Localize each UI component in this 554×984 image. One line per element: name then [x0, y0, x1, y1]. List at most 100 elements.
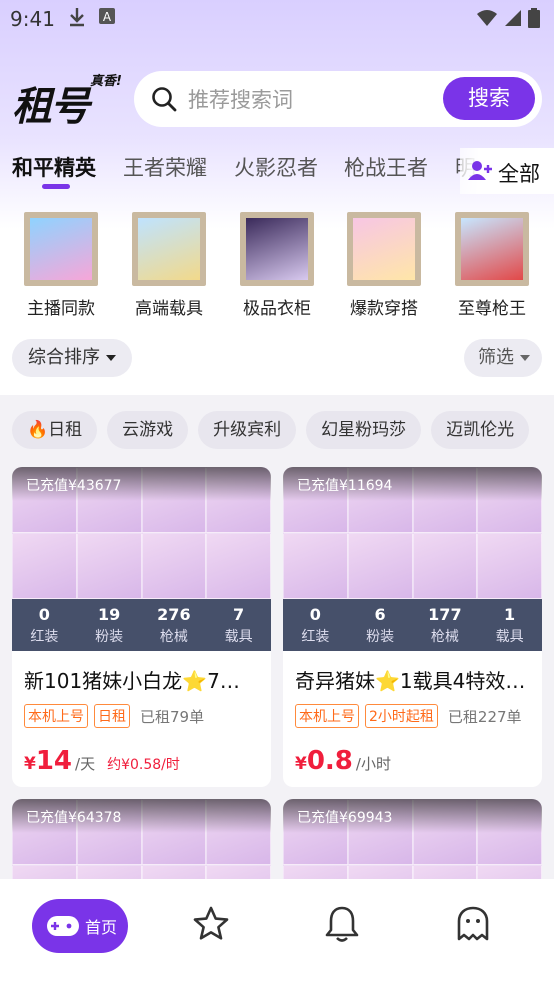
stat-label: 载具 — [224, 629, 253, 645]
tag: 本机上号 — [24, 704, 88, 728]
sort-dropdown[interactable]: 综合排序 — [12, 339, 132, 377]
filter-chips: 🔥日租 云游戏 升级宾利 幻星粉玛莎 迈凯伦光 — [12, 411, 554, 451]
stat-label: 粉装 — [95, 629, 124, 645]
card-tags: 本机上号 日租 已租79单 — [24, 704, 259, 728]
category-label: 高端载具 — [135, 299, 203, 319]
card-image: 已充值¥43677 0 红装 19 粉装 276 枪械 7 载具 — [12, 467, 271, 651]
card-image: 已充值¥11694 0 红装 6 粉装 177 枪械 1 载具 — [283, 467, 542, 651]
star-icon[interactable] — [192, 905, 230, 943]
recharge-amount: 已充值¥69943 — [283, 799, 542, 833]
tab-huoying[interactable]: 火影忍者 — [234, 152, 318, 182]
status-bar: 9:41 A — [0, 0, 554, 36]
stat-value: 1 — [504, 605, 516, 624]
signal-icon — [505, 10, 521, 26]
caret-down-icon — [520, 355, 530, 361]
price-value: 0.8 — [306, 746, 353, 776]
currency-symbol: ¥ — [24, 754, 36, 774]
stat-label: 枪械 — [430, 629, 459, 645]
active-tab-indicator — [42, 184, 70, 189]
wifi-icon — [477, 10, 497, 26]
chip[interactable]: 🔥日租 — [12, 411, 98, 449]
account-card[interactable]: 已充值¥43677 0 红装 19 粉装 276 枪械 7 载具 新101猪妹小白龙⭐7… — [12, 467, 271, 787]
stat-value: 0 — [309, 605, 321, 624]
category-item[interactable]: 至尊枪王 — [452, 212, 532, 319]
rented-count: 已租227单 — [447, 707, 522, 726]
recharge-amount: 已充值¥11694 — [283, 467, 542, 501]
category-label: 极品衣柜 — [243, 299, 311, 319]
nav-home-button[interactable]: 首页 — [32, 899, 128, 953]
recharge-amount: 已充值¥43677 — [12, 467, 271, 501]
card-price: ¥ 0.8 /小时 — [295, 746, 530, 776]
logo-slogan: 真香! — [90, 74, 122, 89]
filter-dropdown[interactable]: 筛选 — [464, 339, 542, 377]
category-item[interactable]: 主播同款 — [21, 212, 101, 319]
search-icon — [152, 87, 177, 112]
search-input[interactable]: 推荐搜索词 — [188, 84, 293, 114]
category-item[interactable]: 爆款穿搭 — [344, 212, 424, 319]
category-thumb — [347, 212, 421, 286]
price-value: 14 — [35, 746, 73, 776]
header-background — [0, 0, 554, 395]
search-button[interactable]: 搜索 — [443, 77, 535, 120]
price-unit: /小时 — [355, 755, 391, 773]
category-item[interactable]: 极品衣柜 — [237, 212, 317, 319]
tab-wangzhe[interactable]: 王者荣耀 — [123, 152, 207, 182]
stat-label: 红装 — [301, 629, 330, 645]
svg-text:A: A — [103, 10, 112, 24]
tag: 2小时起租 — [365, 704, 438, 728]
app-logo: 租号 真香! — [12, 68, 122, 130]
category-thumb — [132, 212, 206, 286]
gamepad-icon — [47, 916, 79, 936]
stat-label: 载具 — [495, 629, 524, 645]
category-label: 主播同款 — [27, 299, 95, 319]
hourly-price: 约¥0.58/时 — [107, 757, 180, 773]
bottom-nav: 首页 — [0, 879, 554, 984]
ghost-icon[interactable] — [456, 905, 490, 943]
card-tags: 本机上号 2小时起租 已租227单 — [295, 704, 530, 728]
download-icon — [70, 8, 84, 27]
stats-bar: 0 红装 6 粉装 177 枪械 1 载具 — [283, 599, 542, 651]
recharge-amount: 已充值¥64378 — [12, 799, 271, 833]
stat-value: 177 — [428, 605, 462, 624]
text-badge-icon: A — [99, 8, 115, 24]
chip[interactable]: 幻星粉玛莎 — [306, 411, 422, 449]
card-price: ¥ 14 /天 约¥0.58/时 — [24, 746, 259, 776]
category-thumb — [455, 212, 529, 286]
price-unit: /天 — [75, 755, 96, 773]
category-thumb — [240, 212, 314, 286]
stat-value: 19 — [97, 605, 121, 624]
caret-down-icon — [106, 355, 116, 361]
sort-label: 综合排序 — [28, 347, 100, 368]
tag: 日租 — [94, 704, 130, 728]
stats-bar: 0 红装 19 粉装 276 枪械 7 载具 — [12, 599, 271, 651]
card-title: 奇异猪妹⭐1载具4特效… — [295, 669, 526, 693]
stat-label: 枪械 — [159, 629, 188, 645]
filter-label: 筛选 — [478, 347, 514, 368]
stat-value: 276 — [157, 605, 191, 624]
search-bar[interactable]: 推荐搜索词 搜索 — [134, 71, 542, 127]
battery-icon — [528, 8, 540, 28]
card-title: 新101猪妹小白龙⭐7载具4特效… — [24, 669, 259, 693]
logo-text: 租号 — [12, 84, 90, 130]
category-thumb — [24, 212, 98, 286]
status-time: 9:41 — [10, 7, 55, 31]
tab-qiangzhan[interactable]: 枪战王者 — [344, 152, 428, 182]
stat-label: 红装 — [30, 629, 59, 645]
all-games-label: 全部 — [498, 162, 540, 186]
chip[interactable]: 云游戏 — [107, 411, 189, 449]
stat-value: 0 — [38, 605, 50, 624]
account-card[interactable]: 已充值¥11694 0 红装 6 粉装 177 枪械 1 载具 奇异猪妹⭐1载具4特效…… — [283, 467, 542, 787]
rented-count: 已租79单 — [140, 707, 205, 726]
chip[interactable]: 升级宾利 — [198, 411, 297, 449]
tab-heping[interactable]: 和平精英 — [12, 152, 96, 182]
stat-value: 6 — [374, 605, 386, 624]
chip[interactable]: 迈凯伦光 — [431, 411, 530, 449]
all-games-button[interactable]: 全部 — [460, 148, 554, 194]
stat-value: 7 — [233, 605, 245, 624]
bell-icon[interactable] — [324, 905, 360, 943]
category-label: 至尊枪王 — [458, 299, 526, 319]
tag: 本机上号 — [295, 704, 359, 728]
category-item[interactable]: 高端载具 — [129, 212, 209, 319]
category-label: 爆款穿搭 — [350, 299, 418, 319]
stat-label: 粉装 — [366, 629, 395, 645]
